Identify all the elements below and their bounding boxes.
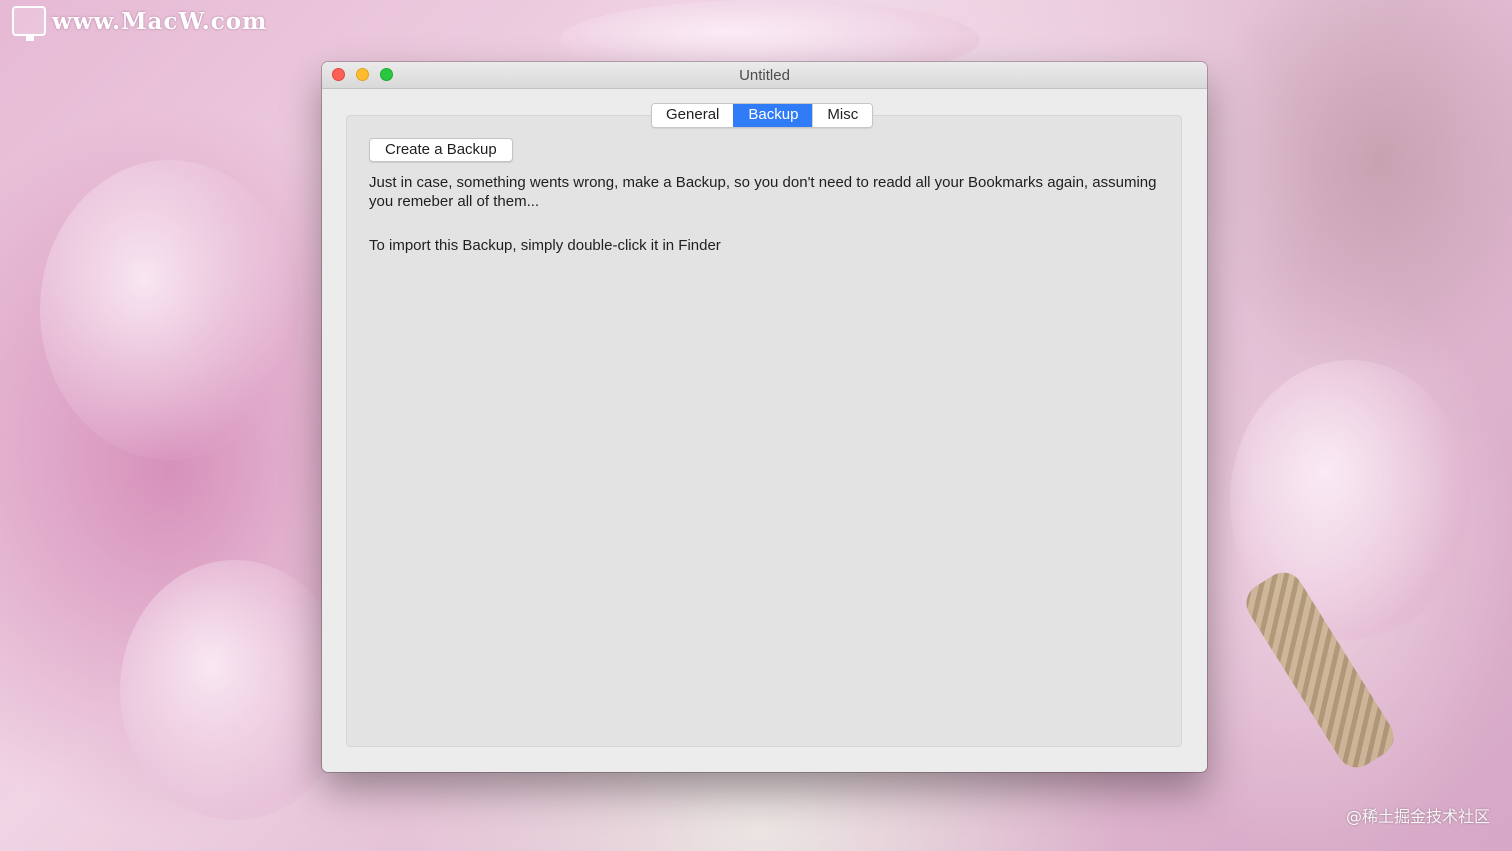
- wallpaper-petal: [120, 560, 350, 820]
- tab-backup[interactable]: Backup: [733, 104, 813, 127]
- watermark-text: www.MacW.com: [52, 7, 268, 35]
- site-watermark: www.MacW.com: [12, 6, 268, 41]
- tab-general[interactable]: General: [652, 104, 734, 127]
- create-backup-button[interactable]: Create a Backup: [369, 138, 513, 162]
- tab-bar: General Backup Misc: [651, 103, 874, 128]
- wallpaper-petal: [40, 160, 300, 460]
- title-bar[interactable]: Untitled: [322, 62, 1207, 89]
- preferences-window: Untitled General Backup Misc Create a Ba…: [322, 62, 1207, 772]
- monitor-icon: [12, 6, 46, 41]
- import-hint: To import this Backup, simply double-cli…: [369, 237, 721, 254]
- credit-watermark: @稀土掘金技术社区: [1345, 807, 1490, 826]
- tab-misc[interactable]: Misc: [812, 104, 873, 127]
- backup-description: Just in case, something wents wrong, mak…: [369, 174, 1157, 210]
- window-title: Untitled: [739, 67, 790, 84]
